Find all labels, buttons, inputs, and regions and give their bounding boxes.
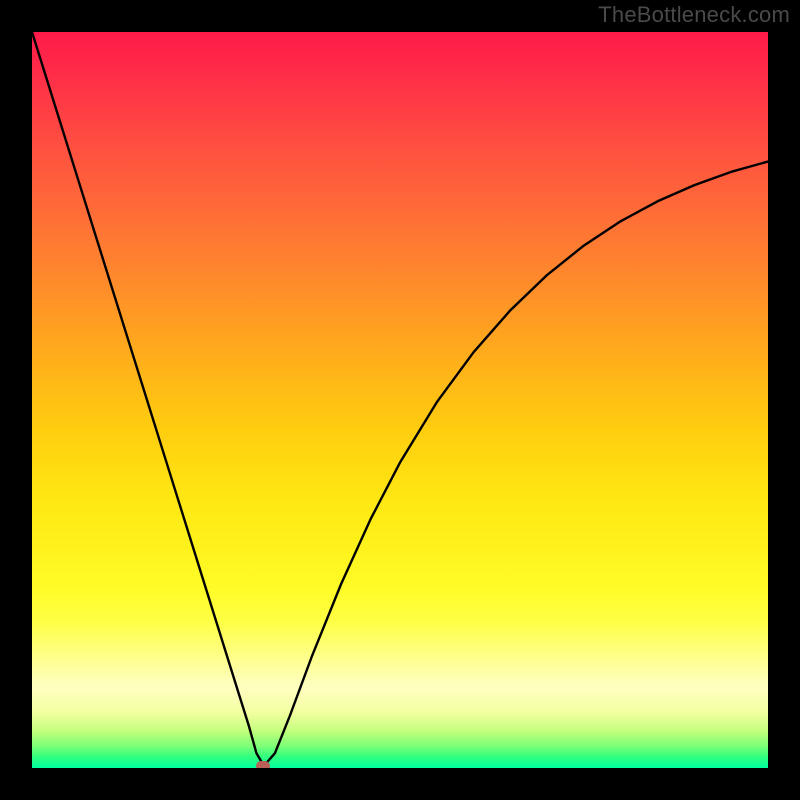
watermark-text: TheBottleneck.com xyxy=(598,2,790,28)
optimal-point-marker xyxy=(256,761,270,768)
bottleneck-curve xyxy=(32,32,768,768)
plot-area xyxy=(32,32,768,768)
chart-stage: TheBottleneck.com xyxy=(0,0,800,800)
